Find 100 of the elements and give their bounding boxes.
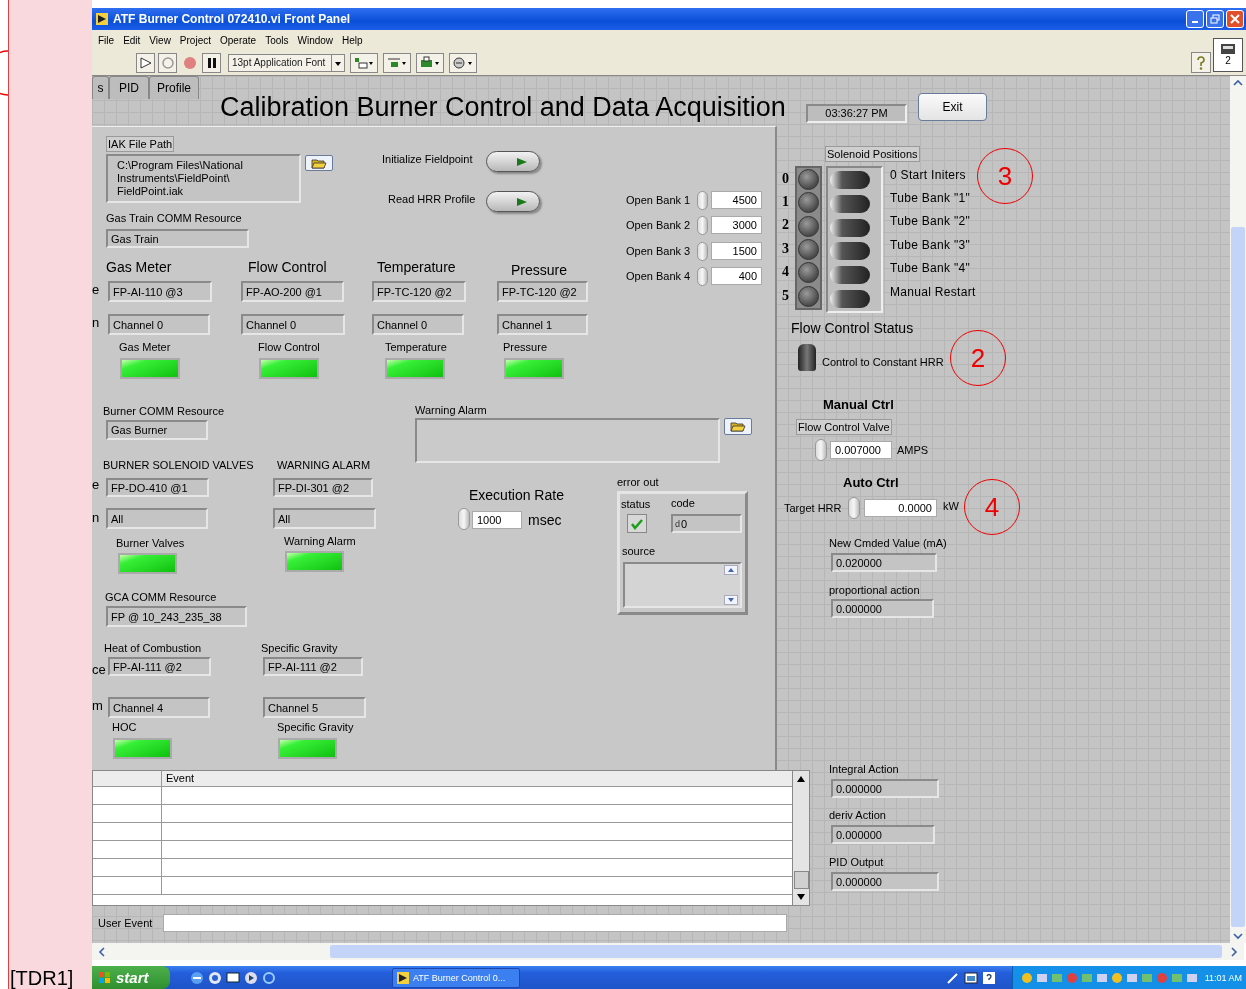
messenger-icon[interactable] [262, 970, 276, 985]
toggle-button[interactable] [486, 151, 540, 172]
spinner-control[interactable] [458, 508, 470, 530]
user-event-field[interactable] [163, 914, 787, 932]
channel-field[interactable]: Channel 4 [108, 697, 210, 718]
menu-item[interactable]: Project [179, 34, 211, 46]
desktop-icon[interactable] [226, 970, 240, 985]
tray-icon[interactable] [1095, 971, 1108, 984]
channel-field[interactable]: Channel 0 [372, 314, 464, 335]
browse-button[interactable] [305, 155, 333, 171]
spinner-control[interactable] [848, 497, 860, 519]
menu-item[interactable]: Edit [123, 34, 141, 46]
menu-item[interactable]: Operate [220, 34, 257, 46]
code-field[interactable]: d0 [671, 514, 742, 533]
spinner-control[interactable] [697, 191, 708, 210]
resource-field[interactable]: FP-AI-111 @2 [263, 657, 363, 676]
scroll-down-button[interactable] [724, 595, 738, 605]
scroll-thumb[interactable] [1231, 227, 1245, 927]
horizontal-scrollbar[interactable] [92, 943, 1244, 960]
numeric-field[interactable]: 0.007000 [830, 441, 892, 459]
channel-field[interactable]: Channel 5 [263, 697, 366, 718]
vertical-scrollbar[interactable] [1230, 76, 1246, 943]
toggle-button[interactable] [486, 191, 540, 212]
table-scrollbar[interactable] [792, 771, 809, 905]
tray-icon[interactable] [1035, 971, 1048, 984]
scroll-thumb[interactable] [329, 945, 1223, 958]
spinner-control[interactable] [815, 439, 827, 461]
align-objects-icon[interactable] [350, 52, 378, 73]
toggle-switch[interactable] [830, 194, 870, 213]
help-icon[interactable] [981, 970, 996, 985]
run-continuously-icon[interactable] [158, 52, 177, 73]
connector-pane-icon[interactable]: 2 [1213, 38, 1243, 72]
menu-item[interactable]: File [98, 34, 115, 46]
toggle-switch[interactable] [830, 266, 870, 285]
field-label: deriv Action [829, 808, 886, 822]
menu-item[interactable]: Window [297, 34, 334, 46]
field-label: m [92, 699, 103, 713]
toggle-switch[interactable] [830, 170, 870, 189]
pen-icon[interactable] [945, 970, 960, 985]
browser-icon[interactable] [208, 970, 222, 985]
channel-field[interactable]: All [273, 508, 376, 529]
numeric-field[interactable]: 0.0000 [864, 499, 937, 517]
reorder-icon[interactable] [449, 52, 477, 73]
resize-objects-icon[interactable] [416, 52, 444, 73]
tab[interactable]: s [92, 76, 109, 99]
channel-field[interactable]: Channel 1 [497, 314, 588, 335]
toggle-switch[interactable] [830, 218, 870, 237]
scroll-up-button[interactable] [724, 565, 738, 575]
close-button[interactable] [1226, 10, 1244, 28]
channel-field[interactable]: Channel 0 [108, 314, 210, 335]
resource-field[interactable]: FP-AO-200 @1 [241, 281, 344, 302]
resource-field[interactable]: FP @ 10_243_235_38 [106, 606, 247, 627]
spinner-control[interactable] [697, 216, 708, 235]
resource-field[interactable]: Gas Train [106, 229, 249, 248]
menu-item[interactable]: Tools [265, 34, 289, 46]
resource-field[interactable]: FP-AI-110 @3 [108, 281, 212, 302]
resource-field[interactable]: FP-AI-111 @2 [108, 657, 211, 676]
pause-icon[interactable] [202, 52, 221, 73]
numeric-field[interactable]: 4500 [711, 191, 762, 209]
resource-field[interactable]: FP-TC-120 @2 [372, 281, 466, 302]
taskbar-button[interactable]: ATF Burner Control 0... [392, 967, 520, 988]
status-checkbox[interactable] [627, 514, 647, 533]
window-icon[interactable] [963, 970, 978, 985]
file-path-field[interactable]: C:\Program Files\National Instruments\FieldPoint\ FieldPoint.iak [106, 154, 301, 203]
media-icon[interactable] [244, 970, 258, 985]
numeric-field[interactable]: 3000 [711, 216, 762, 234]
spinner-control[interactable] [697, 242, 708, 261]
numeric-field[interactable]: 1000 [472, 511, 522, 529]
distribute-objects-icon[interactable] [383, 52, 411, 73]
minimize-button[interactable] [1186, 10, 1204, 28]
channel-field[interactable]: All [106, 508, 208, 529]
tray-icon[interactable] [1185, 971, 1198, 984]
browser-icon[interactable] [190, 970, 204, 985]
alarm-file-field[interactable] [415, 418, 720, 463]
exit-button[interactable]: Exit [918, 93, 987, 121]
down-arrow-icon[interactable] [797, 893, 805, 901]
menu-item[interactable]: View [149, 34, 171, 46]
resource-field[interactable]: FP-DO-410 @1 [106, 478, 209, 497]
tray-icon[interactable] [1125, 971, 1138, 984]
source-field[interactable] [623, 562, 742, 608]
numeric-field[interactable]: 400 [711, 267, 762, 285]
resource-field[interactable]: FP-TC-120 @2 [497, 281, 588, 302]
spinner-control[interactable] [697, 267, 708, 286]
browse-button[interactable] [724, 418, 752, 435]
toggle-switch[interactable] [830, 290, 870, 309]
up-arrow-icon[interactable] [797, 775, 805, 783]
tab[interactable]: Profile [149, 76, 199, 99]
restore-button[interactable] [1206, 10, 1224, 28]
channel-field[interactable]: Channel 0 [241, 314, 345, 335]
toggle-switch[interactable] [798, 344, 816, 371]
flag-icon [98, 970, 112, 985]
resource-field[interactable]: FP-DI-301 @2 [273, 478, 373, 497]
scroll-thumb[interactable] [793, 871, 809, 889]
numeric-field[interactable]: 1500 [711, 242, 762, 260]
run-icon[interactable] [136, 52, 155, 73]
menu-item[interactable]: Help [342, 34, 363, 46]
tab[interactable]: PID [109, 76, 149, 99]
font-dropdown[interactable]: 13pt Application Font [228, 53, 345, 72]
toggle-switch[interactable] [830, 242, 870, 261]
resource-field[interactable]: Gas Burner [106, 420, 208, 440]
